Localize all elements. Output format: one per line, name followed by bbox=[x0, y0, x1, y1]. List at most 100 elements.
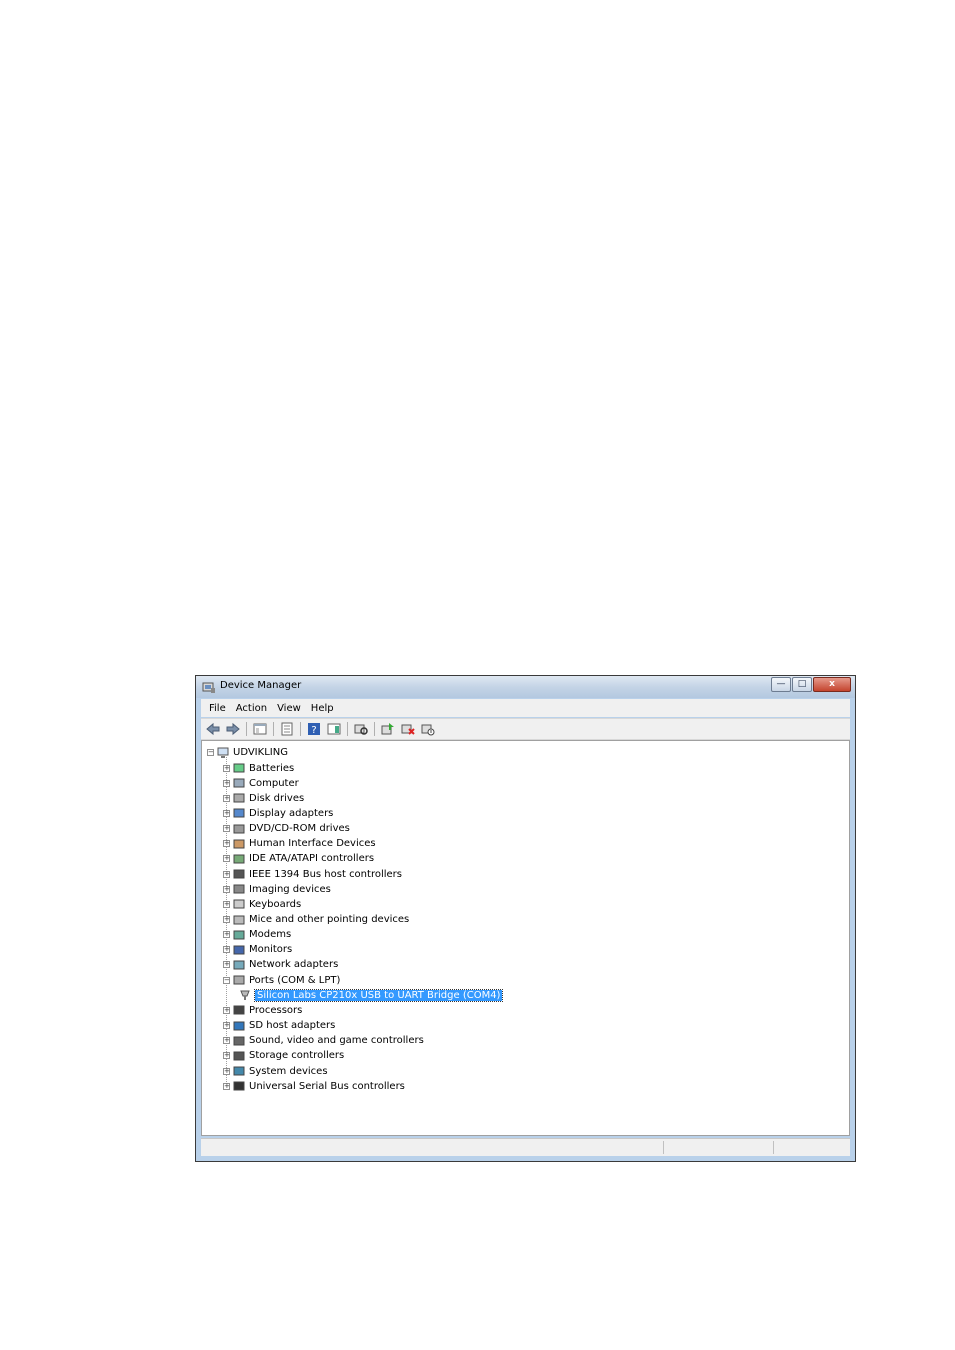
expand-icon[interactable]: + bbox=[223, 1052, 230, 1060]
tree-item[interactable]: + Monitors bbox=[223, 942, 292, 957]
tree-item[interactable]: + Network adapters bbox=[223, 957, 338, 972]
expand-icon[interactable]: + bbox=[223, 779, 230, 787]
computer-icon bbox=[217, 747, 229, 758]
toolbar-separator bbox=[374, 722, 375, 736]
expand-icon[interactable]: + bbox=[223, 1037, 230, 1045]
tree-item[interactable]: + Disk drives bbox=[223, 791, 304, 806]
minimize-button[interactable]: — bbox=[771, 677, 791, 692]
tree-item-label: Universal Serial Bus controllers bbox=[249, 1080, 405, 1092]
device-category-icon bbox=[233, 808, 245, 818]
tree-item-label: Modems bbox=[249, 929, 292, 941]
tree-root[interactable]: − UDVIKLING bbox=[207, 745, 288, 760]
device-category-icon bbox=[233, 1005, 245, 1015]
tree-item[interactable]: + Universal Serial Bus controllers bbox=[223, 1079, 405, 1094]
expand-icon[interactable]: + bbox=[223, 855, 230, 863]
tree-item[interactable]: + IDE ATA/ATAPI controllers bbox=[223, 851, 374, 866]
title-bar[interactable]: Device Manager — □ x bbox=[196, 676, 855, 698]
expand-icon[interactable]: + bbox=[223, 825, 230, 833]
tree-child-device[interactable]: Silicon Labs CP210x USB to UART Bridge (… bbox=[239, 988, 504, 1003]
device-category-icon bbox=[233, 1051, 245, 1061]
disable-icon[interactable] bbox=[420, 721, 436, 737]
collapse-icon[interactable]: − bbox=[207, 749, 214, 756]
tree-item-label: DVD/CD-ROM drives bbox=[249, 823, 350, 835]
expand-icon[interactable]: + bbox=[223, 961, 230, 969]
device-category-icon bbox=[233, 793, 245, 803]
tree-item-label: Imaging devices bbox=[249, 883, 331, 895]
tree-item-label: Storage controllers bbox=[249, 1050, 345, 1062]
action-pane-icon[interactable] bbox=[326, 721, 342, 737]
status-bar bbox=[201, 1138, 850, 1156]
tree-item-label: Batteries bbox=[249, 762, 295, 774]
expand-icon[interactable]: + bbox=[223, 1006, 230, 1014]
tree-item-label: Network adapters bbox=[249, 959, 339, 971]
expand-icon[interactable]: + bbox=[223, 764, 230, 772]
menu-help[interactable]: Help bbox=[311, 703, 334, 714]
help-icon[interactable]: ? bbox=[306, 721, 322, 737]
scan-hardware-icon[interactable] bbox=[353, 721, 369, 737]
device-tree[interactable]: − UDVIKLING + Batteries + Computer + Disk dri… bbox=[201, 740, 850, 1136]
device-category-icon bbox=[233, 1066, 245, 1076]
tree-item[interactable]: + Human Interface Devices bbox=[223, 836, 376, 851]
expand-icon[interactable]: + bbox=[223, 1022, 230, 1030]
tree-item[interactable]: + System devices bbox=[223, 1064, 328, 1079]
expand-icon[interactable]: + bbox=[223, 870, 230, 878]
toolbar-separator bbox=[246, 722, 247, 736]
tree-item[interactable]: + SD host adapters bbox=[223, 1018, 335, 1033]
tree-item[interactable]: + Mice and other pointing devices bbox=[223, 912, 409, 927]
tree-item[interactable]: + Storage controllers bbox=[223, 1048, 344, 1063]
expand-icon[interactable]: + bbox=[223, 931, 230, 939]
tree-item[interactable]: + Keyboards bbox=[223, 897, 301, 912]
expand-icon[interactable]: + bbox=[223, 794, 230, 802]
device-category-icon bbox=[233, 763, 245, 773]
device-category-icon bbox=[233, 869, 245, 879]
update-driver-icon[interactable] bbox=[380, 721, 396, 737]
tree-item[interactable]: + IEEE 1394 Bus host controllers bbox=[223, 867, 402, 882]
expand-icon[interactable]: + bbox=[223, 1082, 230, 1090]
tree-item-label: Monitors bbox=[249, 944, 293, 956]
device-category-icon bbox=[233, 975, 245, 985]
collapse-icon[interactable]: − bbox=[223, 976, 230, 984]
menu-file[interactable]: File bbox=[209, 703, 226, 714]
close-button[interactable]: x bbox=[813, 677, 851, 692]
expand-icon[interactable]: + bbox=[223, 1067, 230, 1075]
device-category-icon bbox=[233, 945, 245, 955]
tree-item-label: Sound, video and game controllers bbox=[249, 1035, 424, 1047]
tree-item[interactable]: + Modems bbox=[223, 927, 291, 942]
maximize-button[interactable]: □ bbox=[792, 677, 812, 692]
expand-icon[interactable]: + bbox=[223, 946, 230, 954]
menu-action[interactable]: Action bbox=[236, 703, 267, 714]
forward-icon[interactable] bbox=[225, 721, 241, 737]
device-category-icon bbox=[233, 1021, 245, 1031]
status-separator bbox=[663, 1141, 664, 1154]
expand-icon[interactable]: + bbox=[223, 885, 230, 893]
tree-item[interactable]: + DVD/CD-ROM drives bbox=[223, 821, 350, 836]
expand-icon[interactable]: + bbox=[223, 900, 230, 908]
show-hide-tree-icon[interactable] bbox=[252, 721, 268, 737]
device-category-icon bbox=[233, 854, 245, 864]
tree-item-label: SD host adapters bbox=[249, 1020, 336, 1032]
tree-item-label: Keyboards bbox=[249, 898, 302, 910]
tree-item[interactable]: + Processors bbox=[223, 1003, 302, 1018]
tree-item[interactable]: − Ports (COM & LPT) bbox=[223, 973, 340, 988]
expand-icon[interactable]: + bbox=[223, 840, 230, 848]
tree-item-label: Display adapters bbox=[249, 807, 334, 819]
device-category-icon bbox=[233, 778, 245, 788]
tree-item[interactable]: + Imaging devices bbox=[223, 882, 331, 897]
tree-item-label: Ports (COM & LPT) bbox=[249, 974, 341, 986]
expand-icon[interactable]: + bbox=[223, 916, 230, 923]
device-category-icon bbox=[233, 960, 245, 970]
menu-view[interactable]: View bbox=[277, 703, 301, 714]
tree-item[interactable]: + Computer bbox=[223, 776, 299, 791]
uninstall-icon[interactable] bbox=[400, 721, 416, 737]
expand-icon[interactable]: + bbox=[223, 809, 230, 817]
tree-item-label: Mice and other pointing devices bbox=[249, 914, 410, 925]
properties-icon[interactable] bbox=[279, 721, 295, 737]
tree-item[interactable]: + Sound, video and game controllers bbox=[223, 1033, 424, 1048]
menu-bar: File Action View Help bbox=[201, 699, 850, 717]
tree-item[interactable]: + Display adapters bbox=[223, 806, 333, 821]
tree-item[interactable]: + Batteries bbox=[223, 761, 294, 776]
tree-item-label: IDE ATA/ATAPI controllers bbox=[249, 853, 375, 865]
device-category-icon bbox=[233, 1081, 245, 1091]
back-icon[interactable] bbox=[205, 721, 221, 737]
device-category-icon bbox=[233, 884, 245, 894]
